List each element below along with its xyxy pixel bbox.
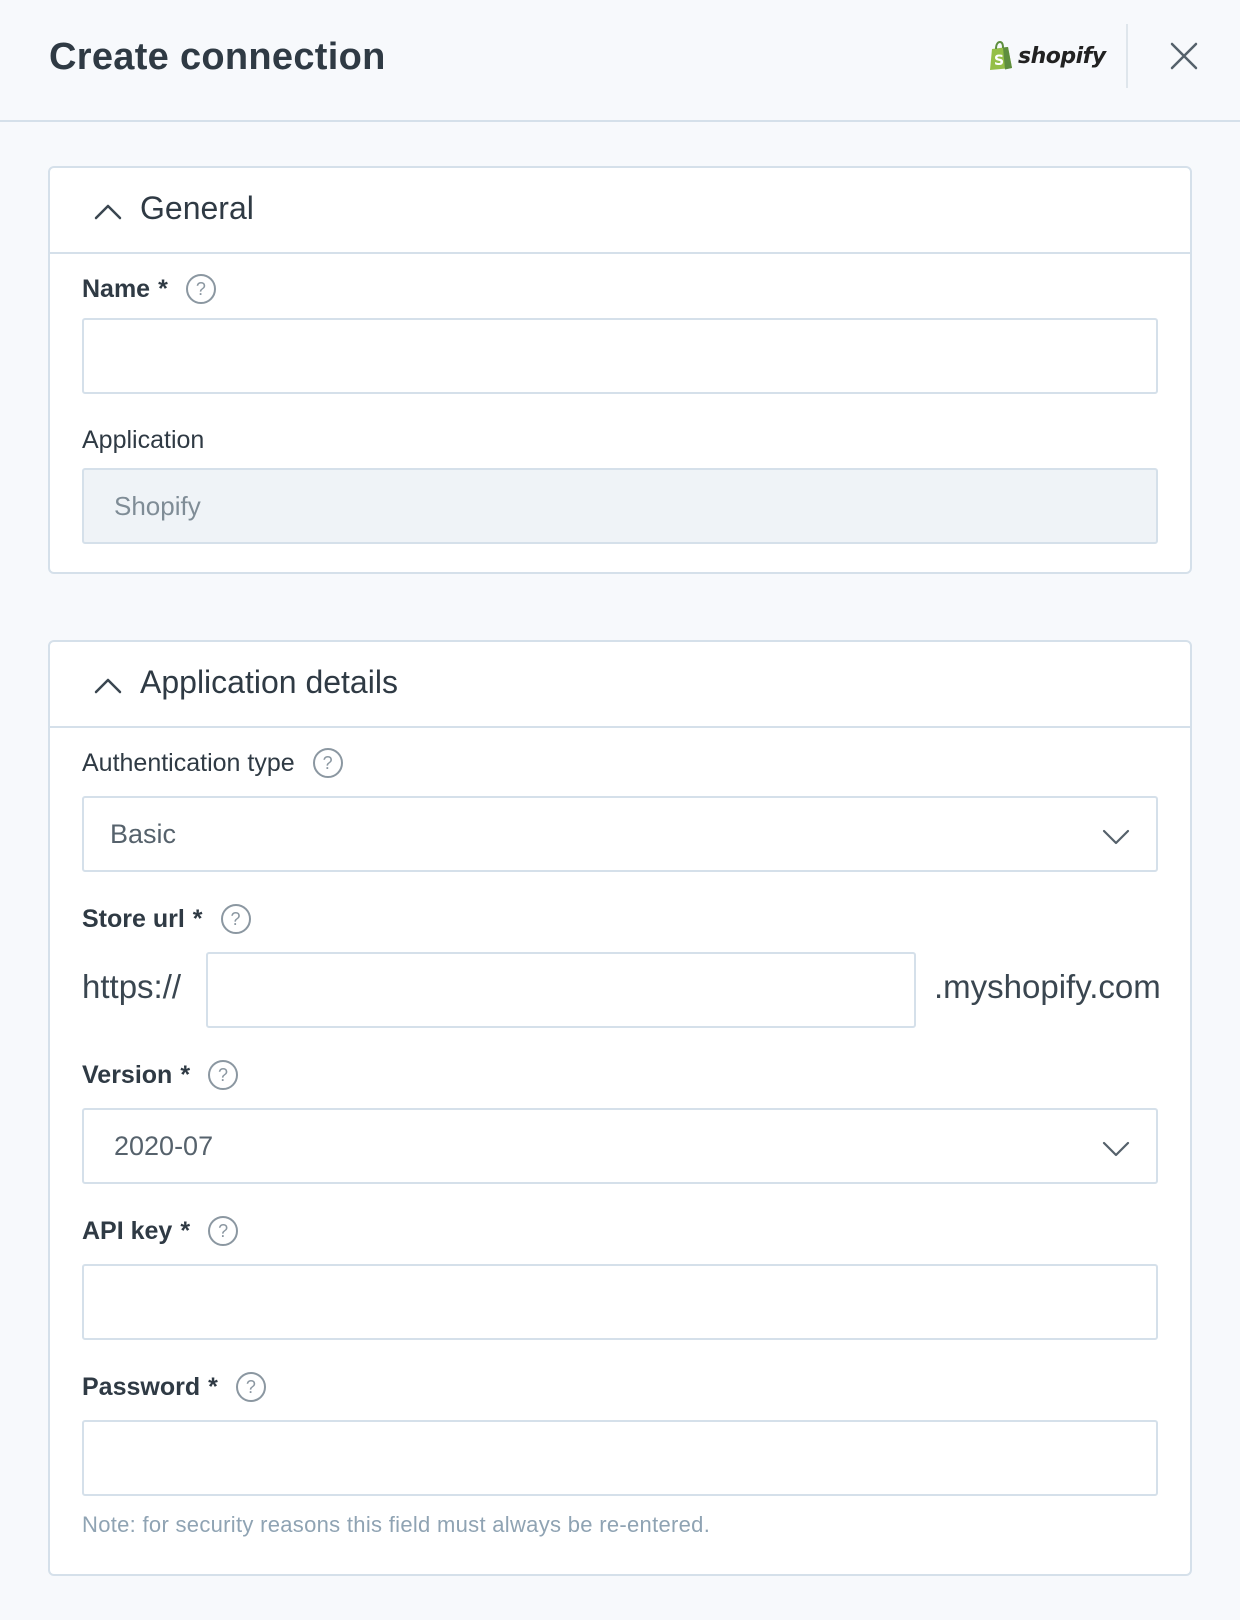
- required-marker: *: [158, 274, 168, 303]
- name-label-text: Name: [82, 274, 151, 303]
- version-value: 2020-07: [114, 1130, 214, 1161]
- api-key-input[interactable]: [82, 1264, 1158, 1340]
- general-section-header[interactable]: General: [50, 168, 1190, 254]
- help-icon[interactable]: ?: [208, 1060, 239, 1090]
- api-key-label: API key * ?: [82, 1216, 239, 1246]
- store-url-input[interactable]: [206, 952, 916, 1028]
- help-icon[interactable]: ?: [220, 904, 251, 934]
- required-marker: *: [192, 904, 203, 933]
- application-label: Application: [82, 426, 205, 454]
- version-label: Version * ?: [82, 1060, 239, 1090]
- help-icon[interactable]: ?: [208, 1216, 239, 1246]
- store-url-prefix: https://: [82, 968, 182, 1005]
- version-label-text: Version: [82, 1060, 173, 1089]
- dialog-header: Create connection S shopify: [0, 0, 1240, 122]
- auth-type-value: Basic: [110, 818, 177, 849]
- store-url-label-text: Store url: [82, 904, 185, 933]
- version-select[interactable]: 2020-07: [82, 1108, 1158, 1184]
- brand-wordmark: shopify: [1018, 43, 1106, 69]
- name-label: Name * ?: [82, 274, 216, 304]
- chevron-down-icon: [1102, 829, 1130, 845]
- password-label: Password * ?: [82, 1372, 266, 1402]
- close-icon: [1170, 42, 1198, 70]
- chevron-up-icon: [94, 204, 122, 220]
- auth-type-label: Authentication type ?: [82, 748, 343, 778]
- shopify-logo: S shopify: [988, 40, 1106, 72]
- chevron-down-icon: [1102, 1141, 1130, 1157]
- auth-type-select[interactable]: Basic: [82, 796, 1158, 872]
- help-icon[interactable]: ?: [235, 1372, 266, 1402]
- general-section-title: General: [140, 190, 254, 226]
- svg-text:S: S: [994, 53, 1004, 69]
- chevron-up-icon: [94, 678, 122, 694]
- page-title: Create connection: [49, 36, 386, 78]
- password-input[interactable]: [82, 1420, 1158, 1496]
- general-section: General Name * ? Application Shopify: [48, 166, 1192, 574]
- help-icon[interactable]: ?: [185, 274, 216, 304]
- password-note: Note: for security reasons this field mu…: [82, 1512, 711, 1537]
- application-details-section: Application details Authentication type …: [48, 640, 1192, 1576]
- application-field: Shopify: [82, 468, 1158, 544]
- store-url-label: Store url * ?: [82, 904, 251, 934]
- header-divider: [1126, 24, 1128, 88]
- application-details-title: Application details: [140, 664, 398, 700]
- auth-type-label-text: Authentication type: [82, 748, 295, 777]
- store-url-suffix: .myshopify.com: [934, 968, 1161, 1005]
- password-label-text: Password: [82, 1372, 201, 1401]
- application-details-header[interactable]: Application details: [50, 642, 1190, 728]
- name-input[interactable]: [82, 318, 1158, 394]
- shopify-bag-icon: S: [990, 41, 1012, 70]
- api-key-label-text: API key: [82, 1216, 173, 1245]
- required-marker: *: [180, 1216, 191, 1245]
- required-marker: *: [208, 1372, 218, 1401]
- close-button[interactable]: [1168, 40, 1200, 72]
- required-marker: *: [180, 1060, 191, 1089]
- help-icon[interactable]: ?: [312, 748, 343, 778]
